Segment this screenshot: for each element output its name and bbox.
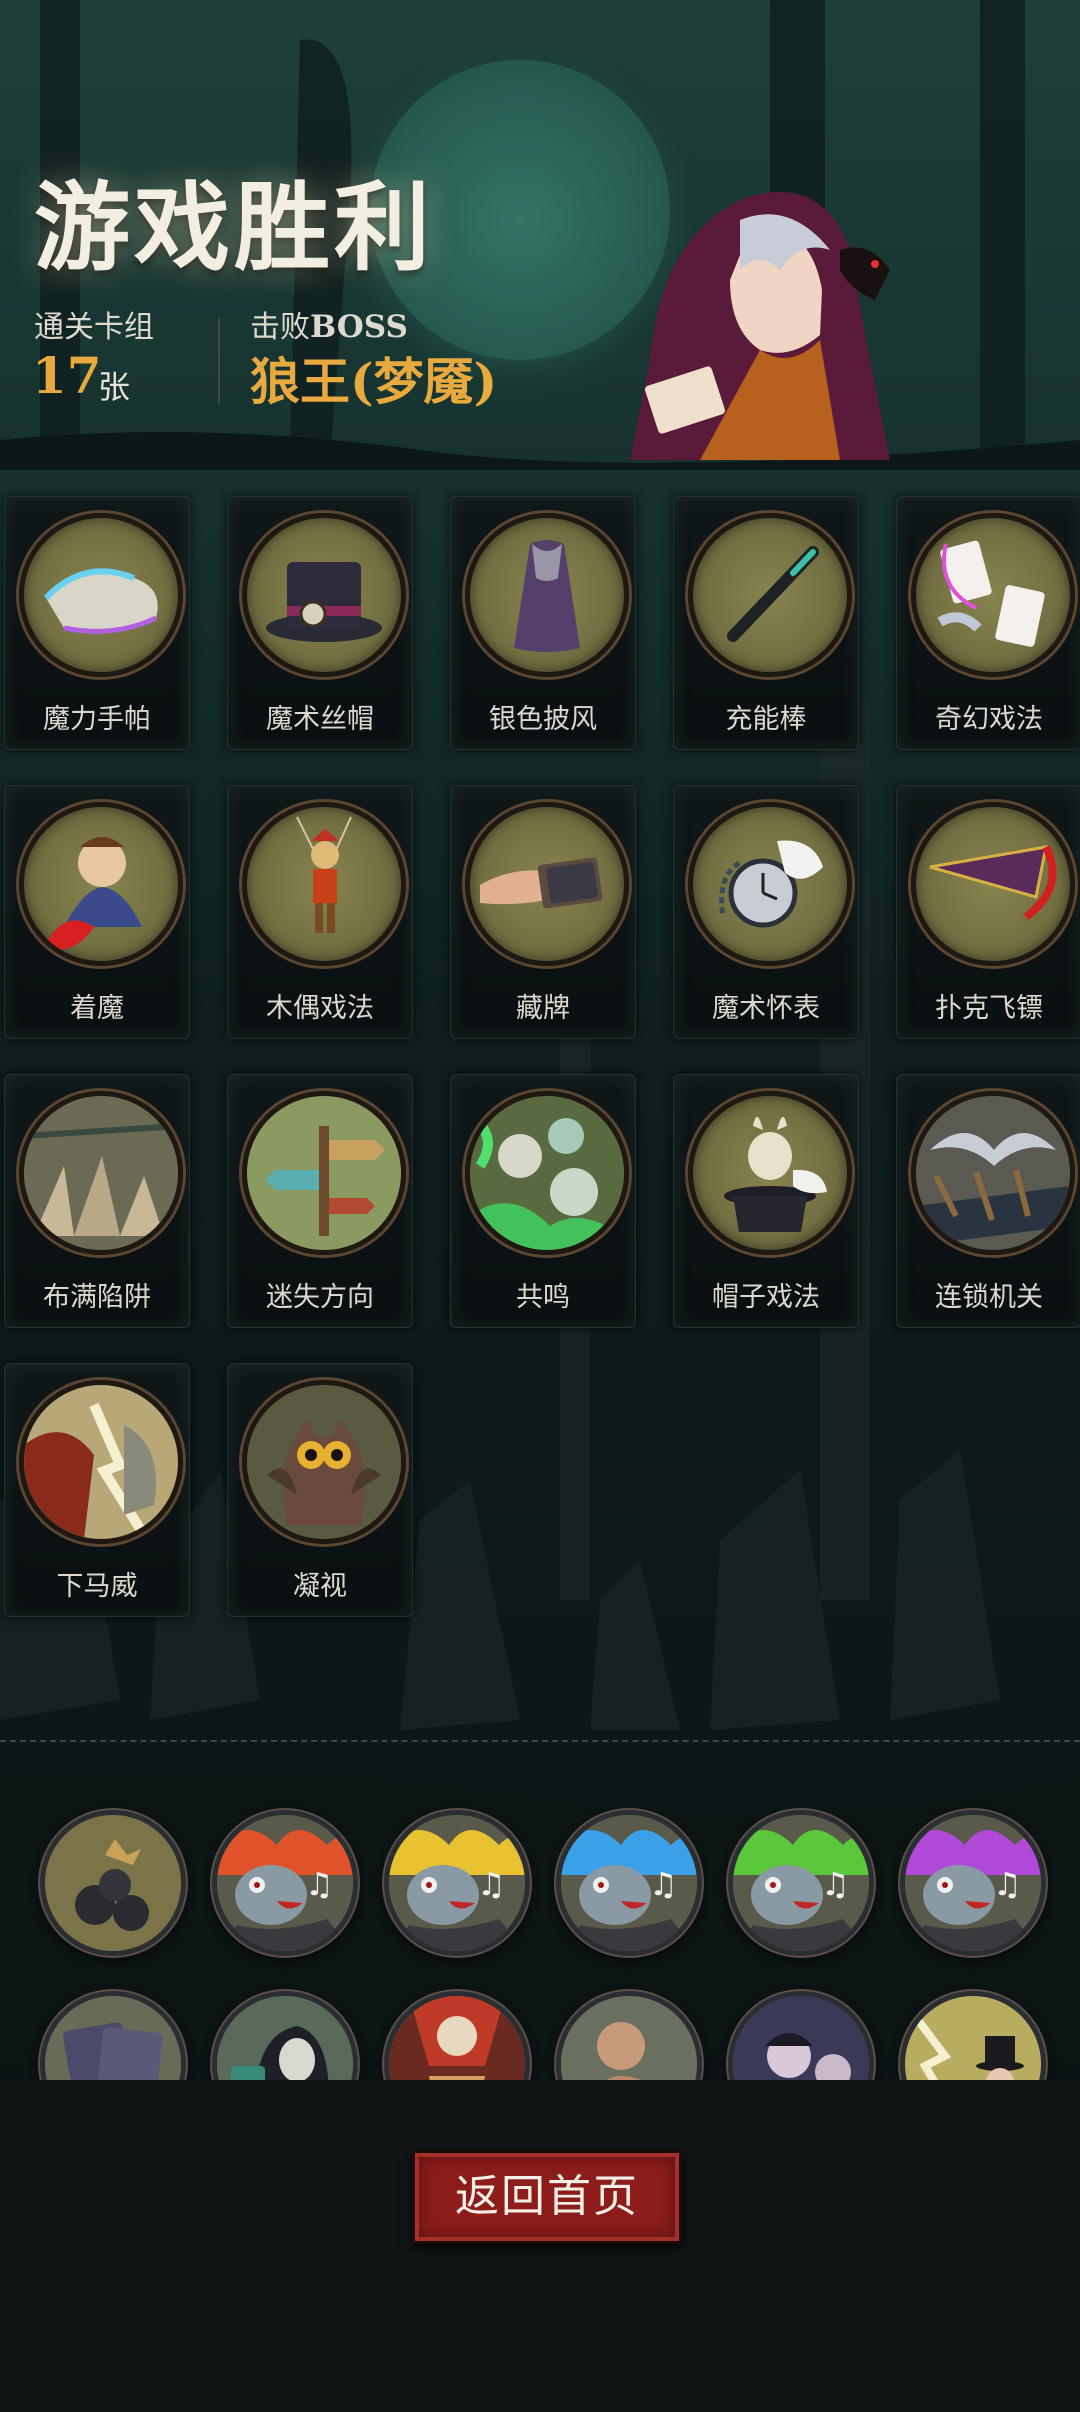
victory-title: 游戏胜利: [34, 172, 434, 284]
owl-icon: [242, 1380, 406, 1544]
red-idol-icon[interactable]: [384, 1991, 530, 2080]
puppet-icon: [242, 802, 406, 966]
card-dart-icon: [911, 802, 1075, 966]
card-label: 布满陷阱: [43, 1282, 151, 1313]
claw-strike-icon: [19, 1380, 183, 1544]
bomb-pile-icon[interactable]: [40, 1810, 186, 1956]
deck-unit: 张: [98, 368, 131, 406]
cloak-icon: [465, 513, 629, 677]
svg-text:♫: ♫: [649, 1865, 678, 1903]
wand-icon: [688, 513, 852, 677]
card-label: 木偶戏法: [266, 993, 374, 1024]
singing-fish-green-icon[interactable]: ♫: [728, 1810, 874, 1956]
card-14[interactable]: 帽子戏法: [673, 1074, 859, 1328]
card-label: 藏牌: [516, 993, 570, 1024]
singing-fish-yellow-icon[interactable]: ♫: [384, 1810, 530, 1956]
boss-name: 狼王(梦魇): [250, 352, 498, 411]
singing-fish-red-icon[interactable]: ♫: [212, 1810, 358, 1956]
singing-fish-purple-icon[interactable]: ♫: [900, 1810, 1046, 1956]
card-label: 连锁机关: [935, 1282, 1043, 1313]
magician-icon[interactable]: [900, 1991, 1046, 2080]
card-label: 下马威: [56, 1571, 138, 1602]
blade-trap-icon: [911, 1091, 1075, 1255]
boss-label: 击败BOSS: [250, 309, 408, 345]
svg-text:♫: ♫: [993, 1865, 1022, 1903]
svg-text:♫: ♫: [821, 1865, 850, 1903]
deck-label: 通关卡组: [34, 310, 154, 345]
singing-fish-blue-icon[interactable]: ♫: [556, 1810, 702, 1956]
svg-text:♫: ♫: [305, 1865, 334, 1903]
signpost-icon: [242, 1091, 406, 1255]
top-hat-clock-icon: [242, 513, 406, 677]
handkerchief-icon: [19, 513, 183, 677]
possessed-man-icon: [19, 802, 183, 966]
spike-trap-icon: [19, 1091, 183, 1255]
bottom-panel: [0, 2080, 1080, 2412]
card-label: 奇幻戏法: [935, 704, 1043, 735]
card-13[interactable]: 共鸣: [450, 1074, 636, 1328]
card-label: 魔术怀表: [712, 993, 820, 1024]
card-8[interactable]: 藏牌: [450, 785, 636, 1039]
card-10[interactable]: 扑克飞镖: [896, 785, 1080, 1039]
card-17[interactable]: 凝视: [227, 1363, 413, 1617]
deck-count: 17: [32, 346, 102, 405]
card-label: 银色披风: [489, 704, 597, 735]
card-label: 充能棒: [725, 704, 807, 735]
return-home-button[interactable]: 返回首页: [412, 2150, 682, 2244]
card-1[interactable]: 魔力手帕: [4, 496, 190, 750]
card-label: 着魔: [70, 993, 124, 1024]
card-label: 迷失方向: [266, 1282, 374, 1313]
card-2[interactable]: 魔术丝帽: [227, 496, 413, 750]
hooded-heroine-illustration: [630, 191, 890, 460]
card-label: 魔术丝帽: [266, 704, 374, 735]
svg-text:♫: ♫: [477, 1865, 506, 1903]
card-label: 凝视: [293, 1571, 347, 1602]
card-11[interactable]: 布满陷阱: [4, 1074, 190, 1328]
vampire-icon[interactable]: [728, 1991, 874, 2080]
card-16[interactable]: 下马威: [4, 1363, 190, 1617]
stat-divider: [218, 318, 220, 404]
card-label: 扑克飞镖: [935, 993, 1043, 1024]
card-3[interactable]: 银色披风: [450, 496, 636, 750]
brute-icon[interactable]: [556, 1991, 702, 2080]
hooded-figure-icon[interactable]: [212, 1991, 358, 2080]
section-divider: [0, 1740, 1080, 1742]
skulls-icon: [465, 1091, 629, 1255]
card-15[interactable]: 连锁机关: [896, 1074, 1080, 1328]
card-6[interactable]: 着魔: [4, 785, 190, 1039]
card-12[interactable]: 迷失方向: [227, 1074, 413, 1328]
card-label: 魔力手帕: [43, 704, 151, 735]
flying-cards-icon: [911, 513, 1075, 677]
card-deck-icon[interactable]: [40, 1991, 186, 2080]
card-label: 帽子戏法: [712, 1282, 820, 1313]
card-4[interactable]: 充能棒: [673, 496, 859, 750]
card-7[interactable]: 木偶戏法: [227, 785, 413, 1039]
hidden-card-icon: [465, 802, 629, 966]
rabbit-hat-icon: [688, 1091, 852, 1255]
card-label: 共鸣: [516, 1282, 570, 1313]
pocket-watch-icon: [688, 802, 852, 966]
relic-row-2: [0, 1985, 1080, 2080]
card-9[interactable]: 魔术怀表: [673, 785, 859, 1039]
card-5[interactable]: 奇幻戏法: [896, 496, 1080, 750]
